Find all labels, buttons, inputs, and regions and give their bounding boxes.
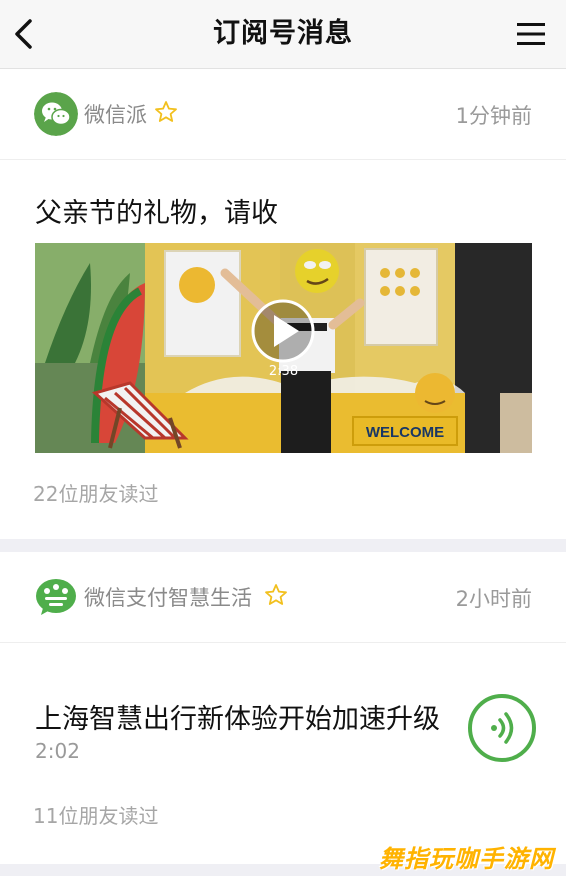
article-title[interactable]: 上海智慧出行新体验开始加速升级 <box>35 697 440 736</box>
account-header: 微信派 1分钟前 <box>0 69 566 160</box>
star-icon[interactable] <box>264 583 288 607</box>
page-title: 订阅号消息 <box>213 18 353 49</box>
message-timestamp: 1分钟前 <box>455 104 532 128</box>
account-name[interactable]: 微信派 <box>84 99 147 129</box>
video-duration: 2:38 <box>268 364 299 379</box>
account-header: 微信支付智慧生活 2小时前 <box>0 552 566 643</box>
account-avatar-wechat[interactable] <box>34 92 78 136</box>
message-timestamp: 2小时前 <box>455 587 532 611</box>
play-icon[interactable] <box>251 299 315 363</box>
audio-duration: 2:02 <box>35 739 80 763</box>
watermark-text: 舞指玩咖手游网 <box>379 845 554 873</box>
message-card: 微信派 1分钟前 父亲节的礼物，请收 WELCOME 2:38 22位朋友读过 <box>0 69 566 539</box>
read-count: 11位朋友读过 <box>33 804 159 828</box>
read-count: 22位朋友读过 <box>33 482 159 506</box>
video-scene-image: WELCOME <box>35 243 532 453</box>
hamburger-menu-icon[interactable] <box>516 20 546 48</box>
account-avatar-wechat-pay[interactable] <box>35 576 77 616</box>
audio-play-icon[interactable] <box>467 693 537 763</box>
nav-bar: 订阅号消息 <box>0 0 566 69</box>
article-title[interactable]: 父亲节的礼物，请收 <box>35 191 278 230</box>
star-icon[interactable] <box>154 100 178 124</box>
video-thumbnail[interactable]: WELCOME 2:38 <box>35 243 532 453</box>
message-card: 微信支付智慧生活 2小时前 上海智慧出行新体验开始加速升级 2:02 11位朋友… <box>0 552 566 864</box>
account-name[interactable]: 微信支付智慧生活 <box>84 582 252 612</box>
